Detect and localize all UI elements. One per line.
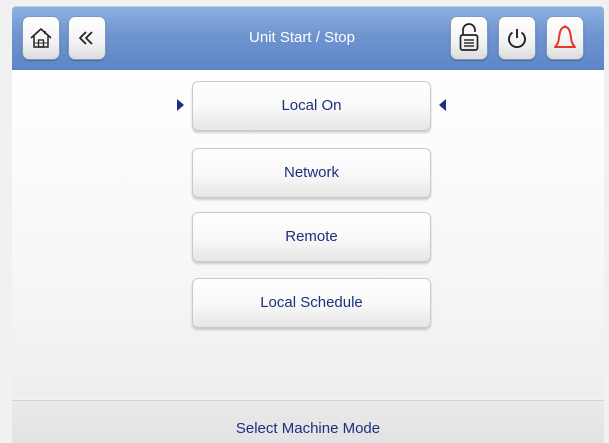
mode-button-network[interactable]: Network [192,148,431,198]
mode-button-local-schedule[interactable]: Local Schedule [192,278,431,328]
alarm-bell-icon [552,24,578,52]
header-bar: Unit Start / Stop [12,6,604,70]
mode-button-remote[interactable]: Remote [192,212,431,262]
home-icon [28,25,54,51]
login-lock-icon [457,23,481,53]
back-button[interactable] [68,16,106,60]
home-button[interactable] [22,16,60,60]
unit-start-stop-screen: Unit Start / Stop Local On Network Remot… [0,0,609,443]
selected-marker-right-icon [439,99,446,111]
alarm-button[interactable] [546,16,584,60]
back-chevron-icon [76,27,98,49]
status-footer: Select Machine Mode [12,400,604,443]
login-button[interactable] [450,16,488,60]
power-button[interactable] [498,16,536,60]
mode-selection-area: Local On Network Remote Local Schedule [12,70,604,398]
power-icon [505,26,529,50]
selected-marker-left-icon [177,99,184,111]
screen-title: Unit Start / Stop [249,29,355,46]
mode-button-local-on[interactable]: Local On [192,81,431,131]
